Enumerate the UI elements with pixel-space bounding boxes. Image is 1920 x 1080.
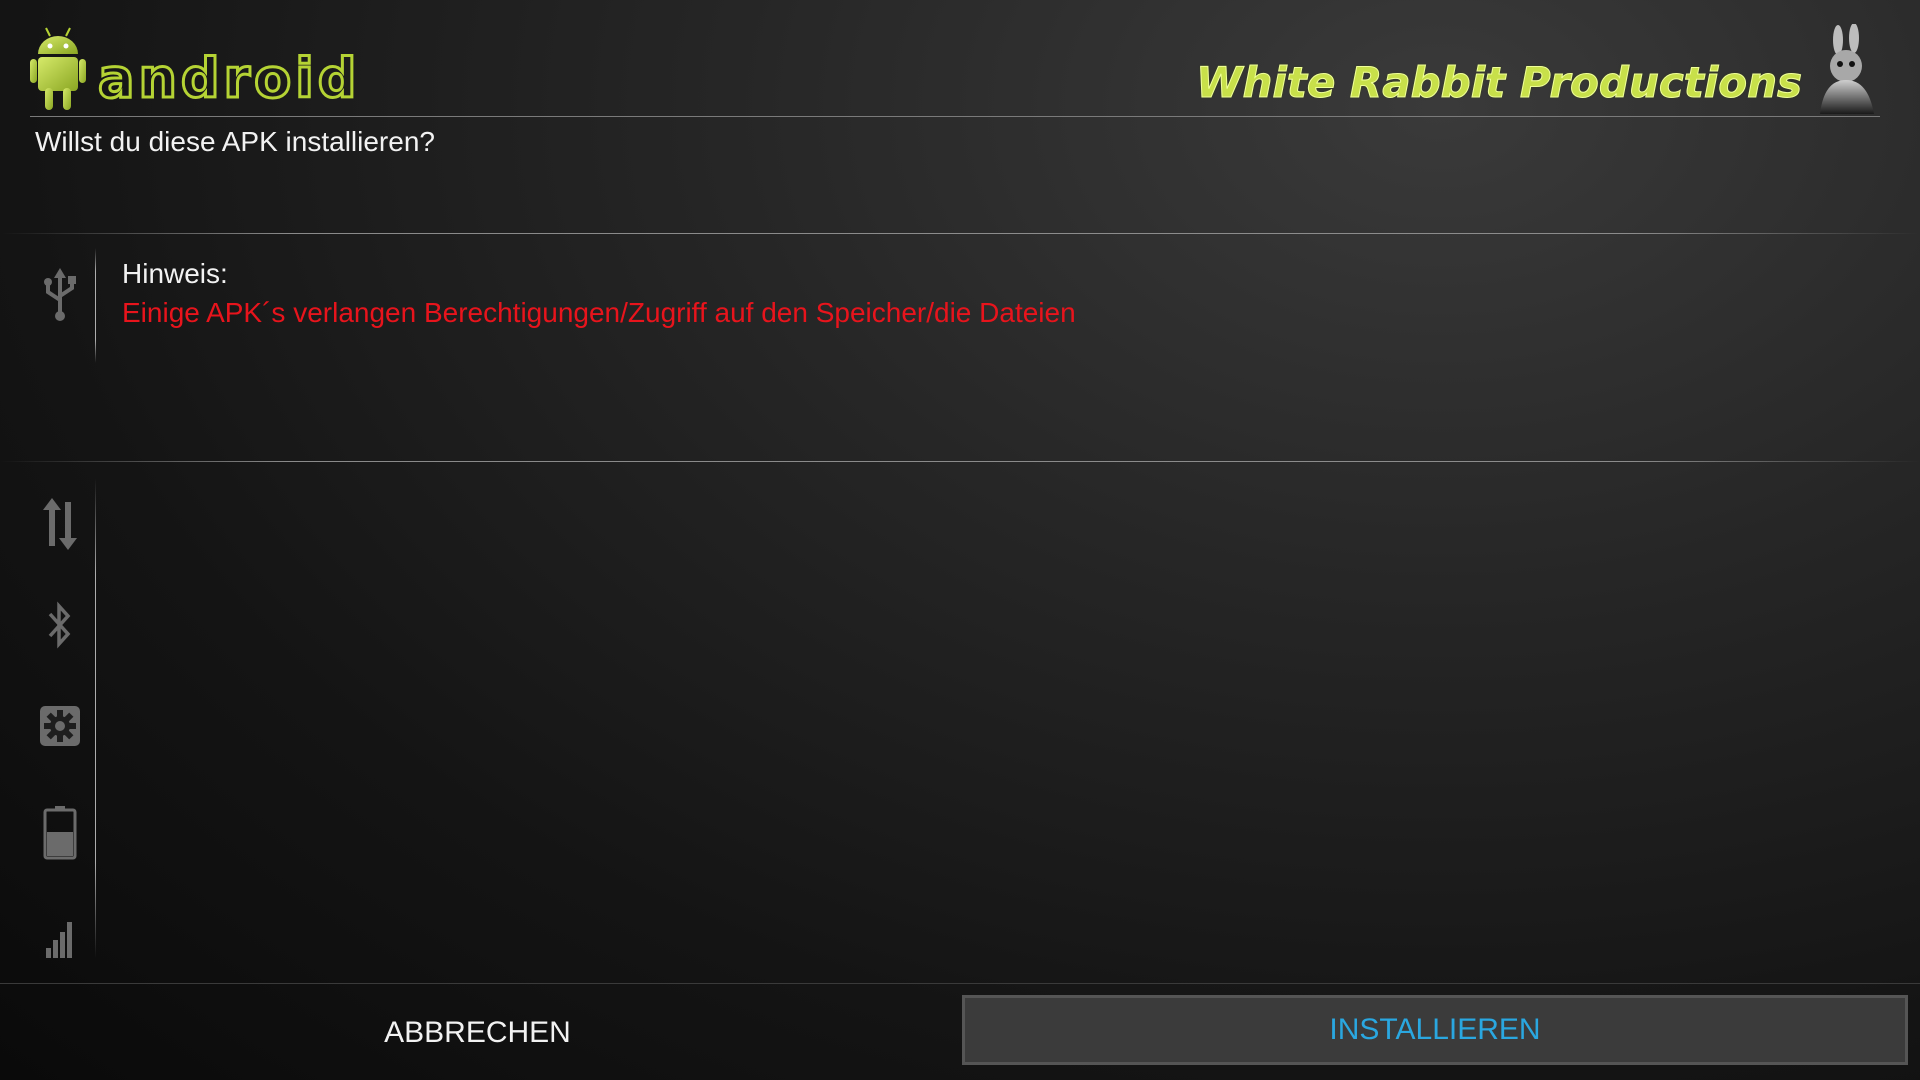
notice-text: Einige APK´s verlangen Berechtigungen/Zu… (122, 297, 1076, 328)
rabbit-avatar-icon (1820, 24, 1874, 114)
bluetooth-icon (48, 601, 71, 649)
header-divider (30, 116, 1880, 117)
dialog-question: Willst du diese APK installieren? (35, 126, 435, 157)
signal-icon (46, 922, 72, 958)
notice-separator (95, 248, 96, 363)
notice-title: Hinweis: (122, 258, 228, 289)
button-bar-divider (0, 983, 1920, 984)
install-button[interactable]: INSTALLIEREN (962, 995, 1908, 1065)
usb-icon (44, 268, 76, 321)
section-divider (0, 233, 1920, 234)
android-logo-text: android (96, 47, 361, 110)
brand-title: White Rabbit Productions (1196, 58, 1803, 107)
android-robot-icon (30, 27, 86, 110)
battery-icon (43, 806, 77, 860)
data-transfer-icon (43, 498, 77, 550)
cancel-button[interactable]: ABBRECHEN (0, 995, 955, 1070)
settings-icon (40, 706, 80, 746)
install-dialog-screen: android White Rabbit Productions Willst … (0, 0, 1920, 1080)
sidebar-separator (95, 478, 96, 958)
section-divider (0, 461, 1920, 462)
